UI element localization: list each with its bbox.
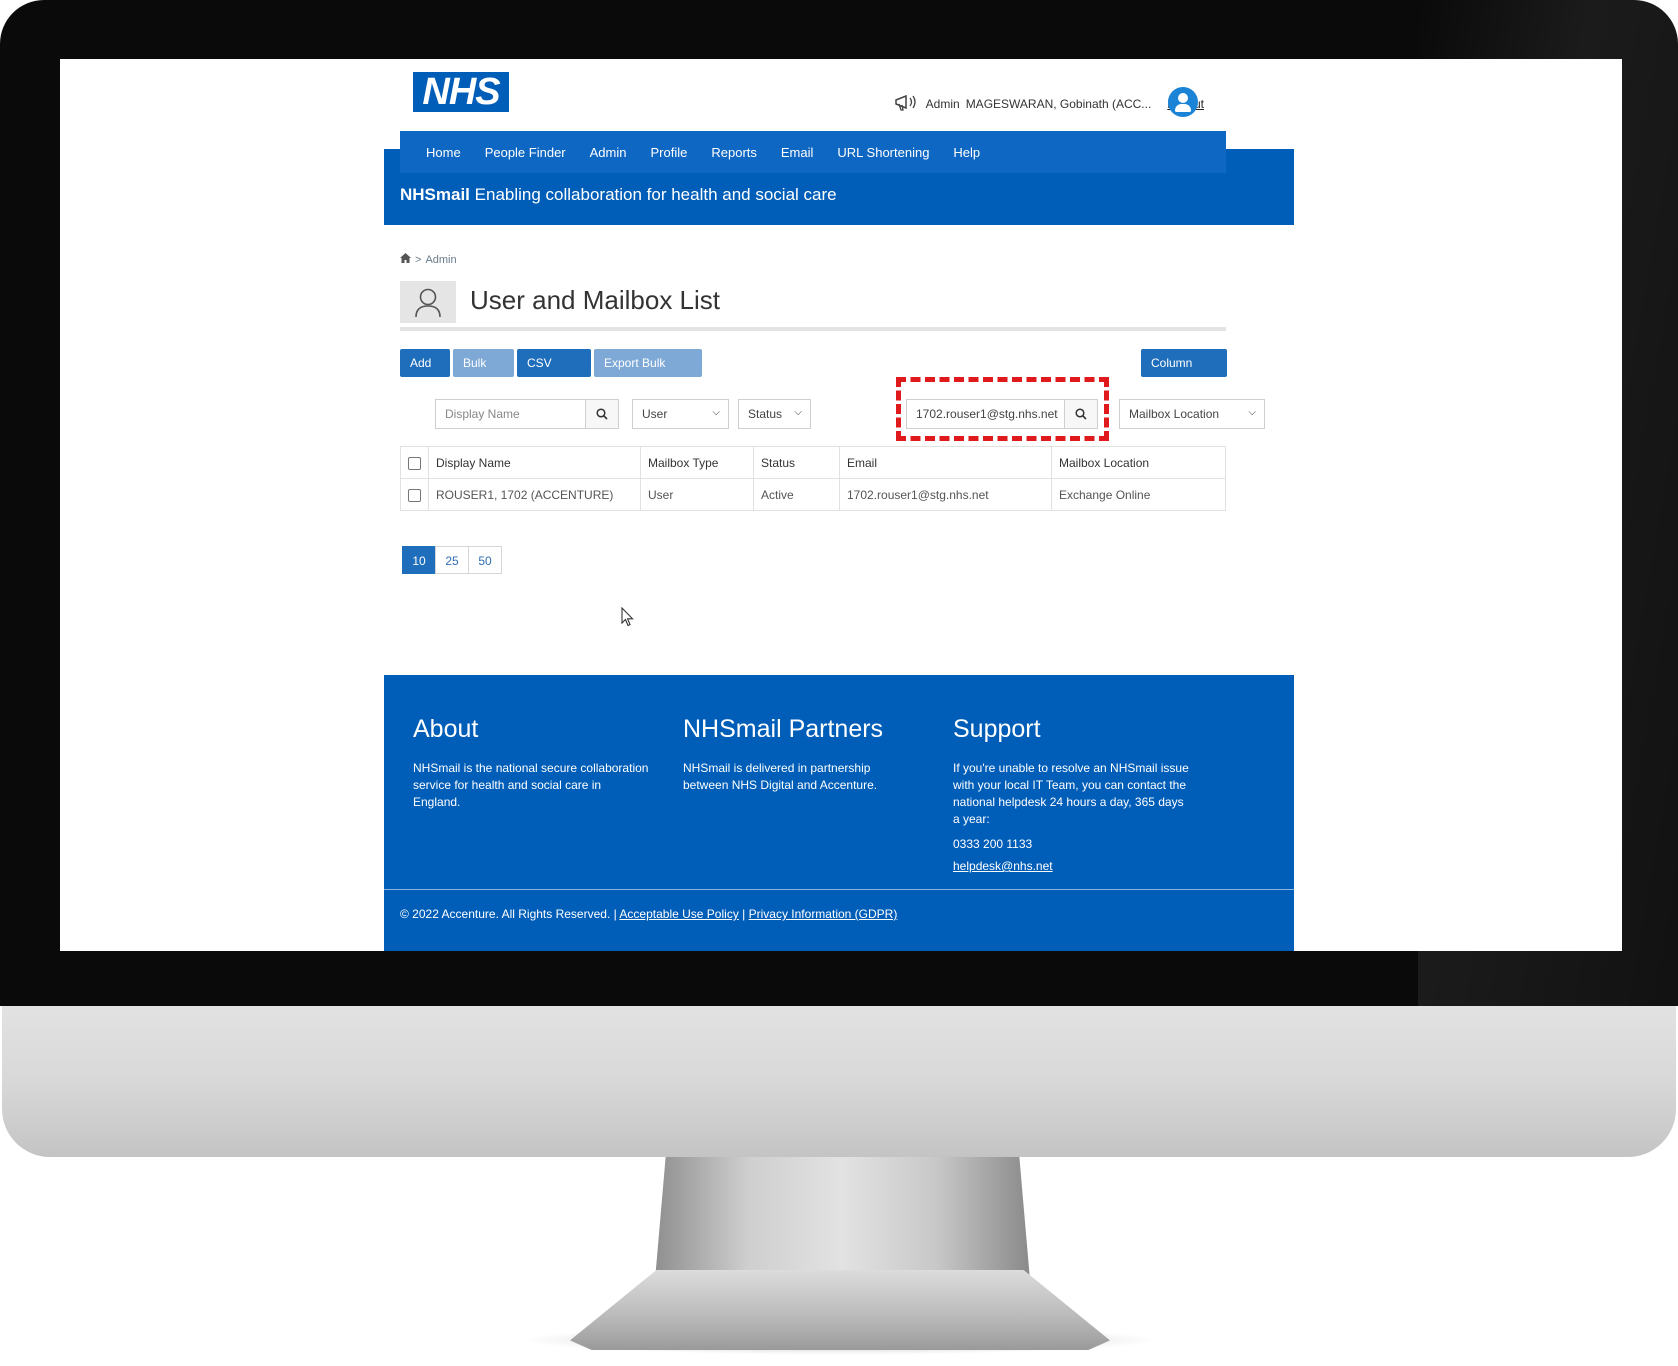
nav-item-people-finder[interactable]: People Finder — [485, 145, 566, 160]
mailbox-location-select[interactable]: Mailbox Location ⌵ — [1119, 399, 1265, 429]
column-header-mailbox-location[interactable]: Mailbox Location — [1051, 446, 1226, 479]
tagline-text: Enabling collaboration for health and so… — [474, 185, 837, 204]
column-header-mailbox-type[interactable]: Mailbox Type — [640, 446, 754, 479]
mailbox-type-value: User — [642, 407, 668, 421]
table-header-row: Display Name Mailbox Type Status Email M… — [400, 446, 1226, 479]
add-button-label: Add — [410, 356, 432, 370]
footer-support-text: If you're unable to resolve an NHSmail i… — [953, 761, 1189, 826]
cell-email: 1702.rouser1@stg.nhs.net — [839, 478, 1052, 511]
select-all-cell — [400, 446, 429, 479]
page-size-selector: 10 25 50 — [402, 546, 502, 574]
cell-mailbox-location: Exchange Online — [1051, 478, 1226, 511]
cell-mailbox-type: User — [640, 478, 754, 511]
nav-item-help[interactable]: Help — [953, 145, 980, 160]
cell-display-name[interactable]: ROUSER1, 1702 (ACCENTURE) — [428, 478, 641, 511]
footer-legal: © 2022 Accenture. All Rights Reserved. |… — [400, 907, 897, 921]
mailbox-type-select[interactable]: User ⌵ — [632, 399, 729, 429]
footer-support-phone: 0333 200 1133 — [953, 837, 1033, 851]
footer-partners: NHSmail Partners NHSmail is delivered in… — [683, 715, 919, 794]
privacy-information-link[interactable]: Privacy Information (GDPR) — [749, 907, 898, 921]
chevron-down-icon: ▼ — [410, 388, 418, 397]
nav-item-email[interactable]: Email — [781, 145, 814, 160]
mouse-cursor-icon — [621, 606, 635, 632]
add-button[interactable]: Add ▼ — [400, 349, 450, 397]
monitor-stand-base — [570, 1270, 1110, 1350]
chevron-down-icon: ⌵ — [1248, 407, 1256, 418]
column-header-status[interactable]: Status — [753, 446, 840, 479]
user-avatar-icon[interactable] — [1168, 87, 1198, 117]
footer: About NHSmail is the national secure col… — [384, 675, 1294, 951]
acceptable-use-policy-link[interactable]: Acceptable Use Policy — [619, 907, 738, 921]
breadcrumb-separator: > — [415, 253, 422, 266]
email-filter-highlight-box — [896, 377, 1109, 441]
display-name-search-input[interactable]: Display Name — [435, 399, 619, 429]
nav-item-url-shortening[interactable]: URL Shortening — [837, 145, 929, 160]
tagline: NHSmail Enabling collaboration for healt… — [400, 185, 837, 205]
display-name-placeholder: Display Name — [445, 407, 520, 421]
footer-support: Support If you're unable to resolve an N… — [953, 715, 1189, 875]
breadcrumb-admin[interactable]: Admin — [425, 254, 456, 266]
user-area: Admin MAGESWARAN, Gobinath (ACC... Logou… — [894, 93, 1204, 115]
user-role: Admin — [925, 97, 960, 111]
nav-item-profile[interactable]: Profile — [651, 145, 688, 160]
table-row[interactable]: ROUSER1, 1702 (ACCENTURE) User Active 17… — [400, 478, 1226, 511]
footer-divider — [384, 889, 1294, 890]
user-name: MAGESWARAN, Gobinath (ACC... — [965, 97, 1152, 111]
user-icon — [400, 281, 456, 323]
user-mailbox-table: Display Name Mailbox Type Status Email M… — [400, 446, 1226, 511]
home-icon[interactable] — [400, 253, 411, 266]
chevron-down-icon: ⌵ — [712, 407, 720, 418]
export-bulk-details-button[interactable]: Export Bulk Details — [594, 349, 702, 398]
select-all-checkbox[interactable] — [408, 456, 421, 470]
megaphone-icon[interactable] — [894, 93, 920, 116]
monitor-stand-neck — [655, 1150, 1030, 1280]
bulk-edit-button[interactable]: Bulk Edit — [453, 349, 514, 398]
footer-about-title: About — [413, 715, 479, 743]
footer-support-title: Support — [953, 715, 1041, 743]
page-title: User and Mailbox List — [470, 285, 720, 315]
nhsmail-page: NHS Admin MAGESWARAN, Gobinath (ACC... L… — [384, 59, 1294, 951]
mailbox-location-value: Mailbox Location — [1129, 407, 1220, 421]
row-checkbox[interactable] — [408, 488, 421, 502]
page-size-50[interactable]: 50 — [468, 546, 502, 574]
status-value: Status — [748, 407, 783, 421]
chevron-down-icon: ⌵ — [794, 407, 802, 418]
footer-partners-text: NHSmail is delivered in partnership betw… — [683, 761, 878, 792]
cell-status: Active — [753, 478, 840, 511]
search-icon[interactable] — [585, 400, 618, 428]
nav-item-reports[interactable]: Reports — [711, 145, 757, 160]
footer-about: About NHSmail is the national secure col… — [413, 715, 649, 811]
footer-support-email-link[interactable]: helpdesk@nhs.net — [953, 858, 1189, 875]
nhs-logo[interactable]: NHS — [413, 72, 509, 112]
nav-item-home[interactable]: Home — [426, 145, 461, 160]
page-title-row: User and Mailbox List — [400, 281, 1226, 331]
page-size-25[interactable]: 25 — [435, 546, 469, 574]
page-size-10[interactable]: 10 — [402, 546, 436, 574]
column-header-email[interactable]: Email — [839, 446, 1052, 479]
monitor-bezel: NHS Admin MAGESWARAN, Gobinath (ACC... L… — [0, 0, 1678, 1006]
footer-copyright: © 2022 Accenture. All Rights Reserved. | — [400, 907, 617, 921]
row-select-cell — [400, 478, 429, 511]
main-nav: Home People Finder Admin Profile Reports… — [400, 131, 1226, 173]
column-picker-button[interactable]: Column Picker — [1141, 349, 1227, 398]
monitor-chin — [2, 990, 1676, 1157]
tagline-brand: NHSmail — [400, 185, 470, 204]
footer-partners-title: NHSmail Partners — [683, 715, 884, 743]
status-select[interactable]: Status ⌵ — [738, 399, 811, 429]
nav-item-admin[interactable]: Admin — [590, 145, 627, 160]
csv-upload-button[interactable]: CSV Upload — [517, 349, 591, 398]
footer-link-divider: | — [742, 907, 746, 921]
footer-about-text: NHSmail is the national secure collabora… — [413, 761, 649, 809]
monitor-screen: NHS Admin MAGESWARAN, Gobinath (ACC... L… — [60, 59, 1622, 951]
column-header-display-name[interactable]: Display Name — [428, 446, 641, 479]
breadcrumb: > Admin — [400, 253, 457, 266]
